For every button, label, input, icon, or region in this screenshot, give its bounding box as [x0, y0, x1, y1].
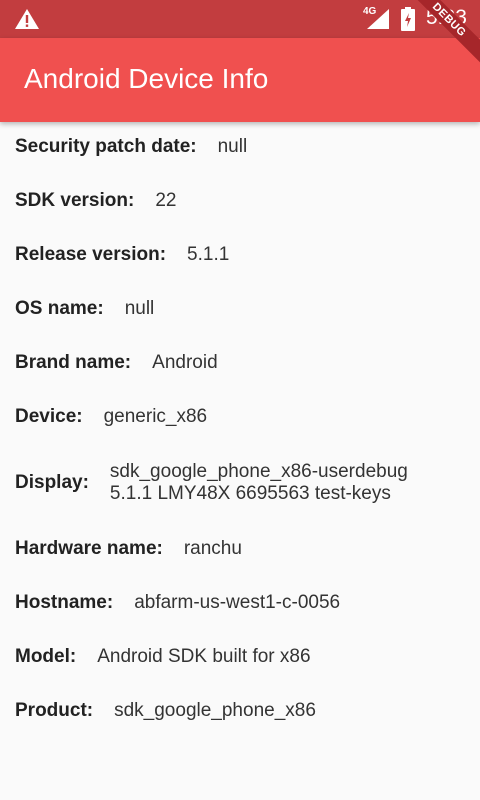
info-row-sdk-version: SDK version: 22	[15, 190, 460, 212]
info-label: Device:	[15, 406, 83, 427]
page-title: Android Device Info	[24, 63, 269, 94]
info-row-hardware-name: Hardware name: ranchu	[15, 538, 460, 560]
info-value: sdk_google_phone_x86	[114, 700, 316, 721]
info-label: Hostname:	[15, 592, 114, 613]
info-row-device: Device: generic_x86	[15, 406, 460, 428]
info-label: Brand name:	[15, 352, 132, 373]
info-row-os-name: OS name: null	[15, 298, 460, 320]
info-value: null	[217, 136, 248, 157]
info-row-model: Model: Android SDK built for x86	[15, 646, 460, 668]
info-label: Display:	[15, 472, 89, 493]
info-value: 5.1.1	[187, 244, 230, 265]
info-row-security-patch: Security patch date: null	[15, 136, 460, 158]
info-row-hostname: Hostname: abfarm-us-west1-c-0056	[15, 592, 460, 614]
network-type-label: 4G	[363, 6, 377, 17]
app-bar: Android Device Info	[0, 38, 480, 122]
info-label: Product:	[15, 700, 94, 721]
info-row-product: Product: sdk_google_phone_x86	[15, 700, 460, 722]
info-value: ranchu	[183, 538, 242, 559]
info-label: Release version:	[15, 244, 167, 265]
info-value: generic_x86	[103, 406, 208, 427]
battery-charging-icon	[401, 7, 415, 31]
info-value: 22	[155, 190, 177, 211]
info-label: Security patch date:	[15, 136, 197, 157]
info-row-brand-name: Brand name: Android	[15, 352, 460, 374]
warning-icon	[15, 9, 39, 29]
info-label: SDK version:	[15, 190, 135, 211]
info-label: Hardware name:	[15, 538, 163, 559]
info-value: abfarm-us-west1-c-0056	[134, 592, 341, 613]
info-row-display: Display: sdk_google_phone_x86-userdebug …	[15, 461, 460, 505]
info-row-release-version: Release version: 5.1.1	[15, 244, 460, 266]
info-value: Android SDK built for x86	[97, 646, 311, 667]
info-label: OS name:	[15, 298, 104, 319]
info-label: Model:	[15, 646, 77, 667]
status-bar: 4G 5:23	[0, 0, 480, 38]
info-value: sdk_google_phone_x86-userdebug 5.1.1 LMY…	[109, 461, 408, 504]
info-value: null	[124, 298, 155, 319]
info-value: Android	[152, 352, 218, 373]
